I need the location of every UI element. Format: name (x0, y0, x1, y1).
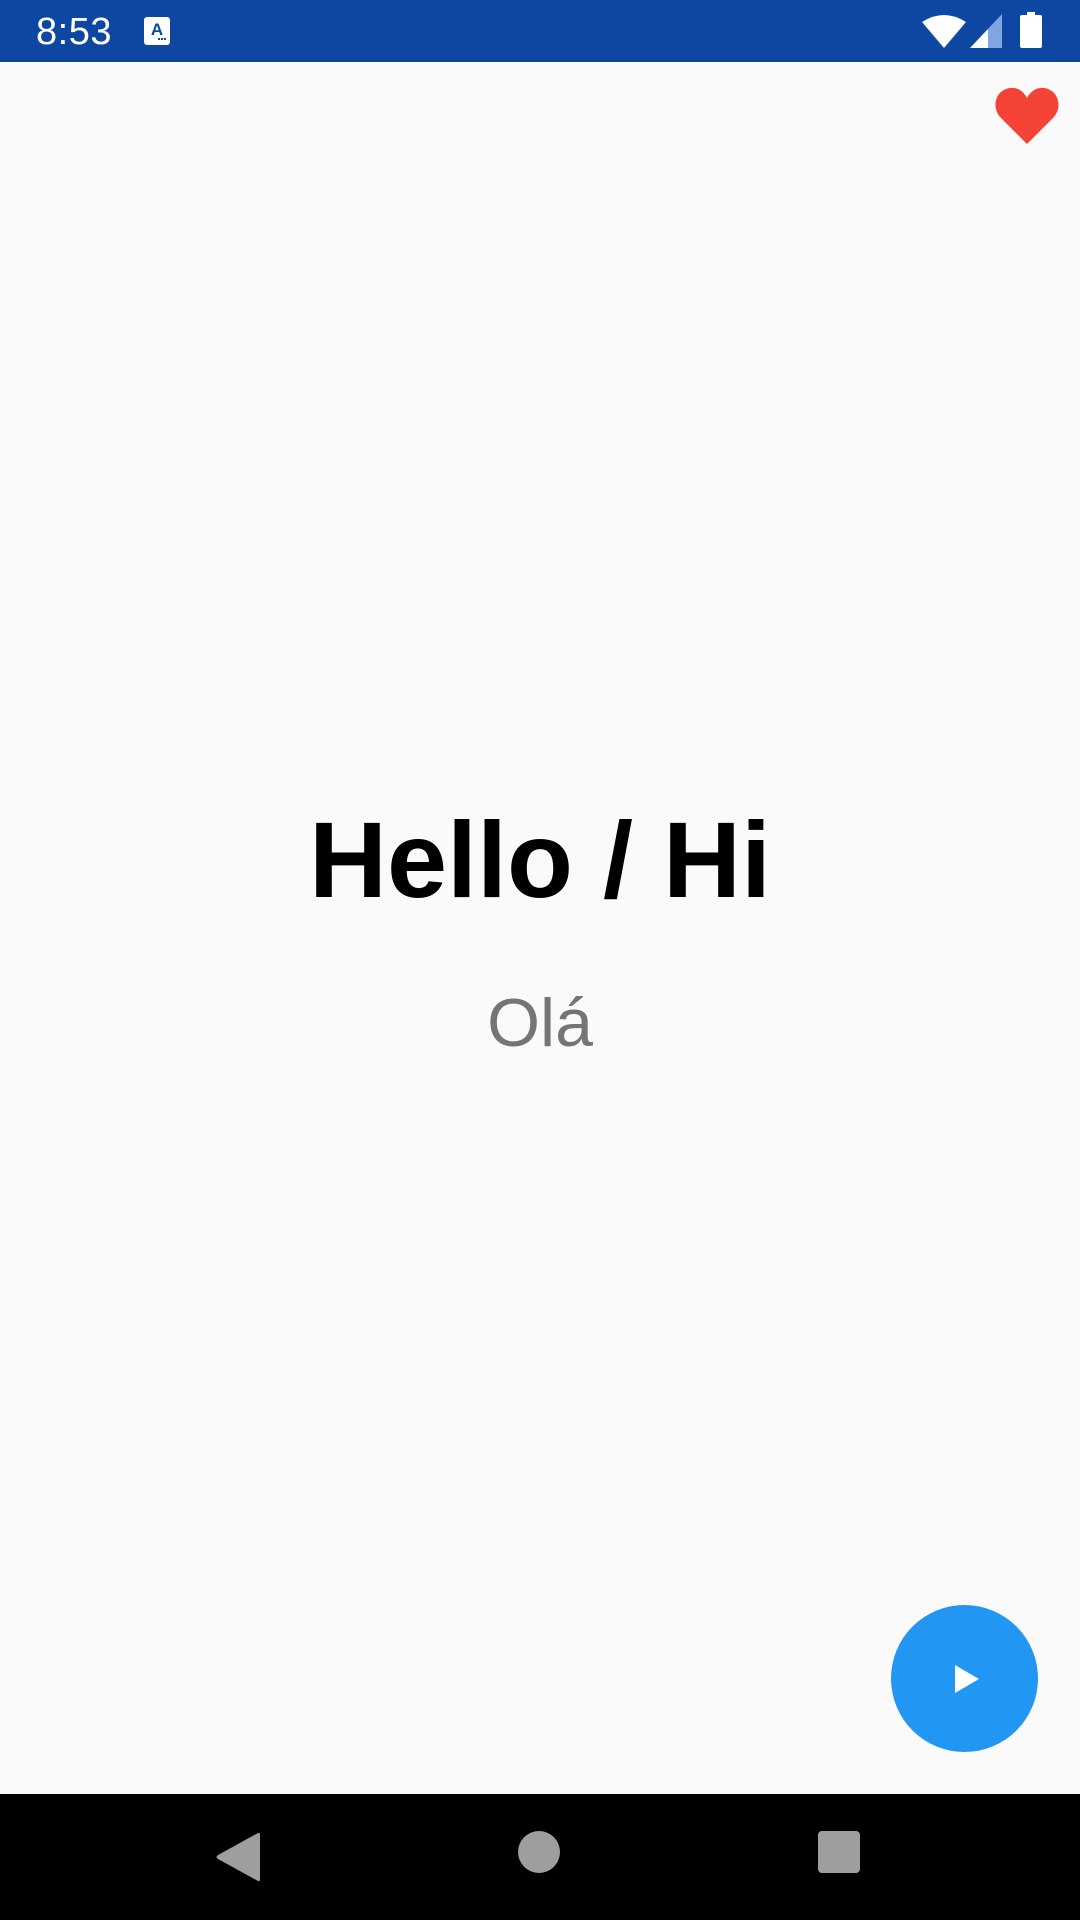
recents-icon[interactable] (818, 1831, 860, 1873)
heart-icon[interactable] (994, 86, 1060, 146)
svg-text:A: A (151, 20, 163, 39)
navigation-bar (0, 1794, 1080, 1920)
status-time: 8:53 (36, 11, 112, 53)
phrase-screen: 8:53 A Hello / Hi Olá (0, 0, 1080, 1920)
play-button[interactable] (891, 1605, 1038, 1752)
status-bar: 8:53 A (0, 0, 1080, 62)
translation-text: Olá (487, 985, 593, 1061)
phrase-text: Hello / Hi (308, 799, 772, 920)
back-icon[interactable] (214, 1830, 262, 1884)
battery-icon (1020, 12, 1042, 48)
wifi-icon (922, 15, 966, 48)
home-icon[interactable] (518, 1831, 560, 1873)
signal-icon (970, 14, 1002, 48)
a-icon: A (144, 17, 170, 45)
play-icon (955, 1665, 979, 1693)
